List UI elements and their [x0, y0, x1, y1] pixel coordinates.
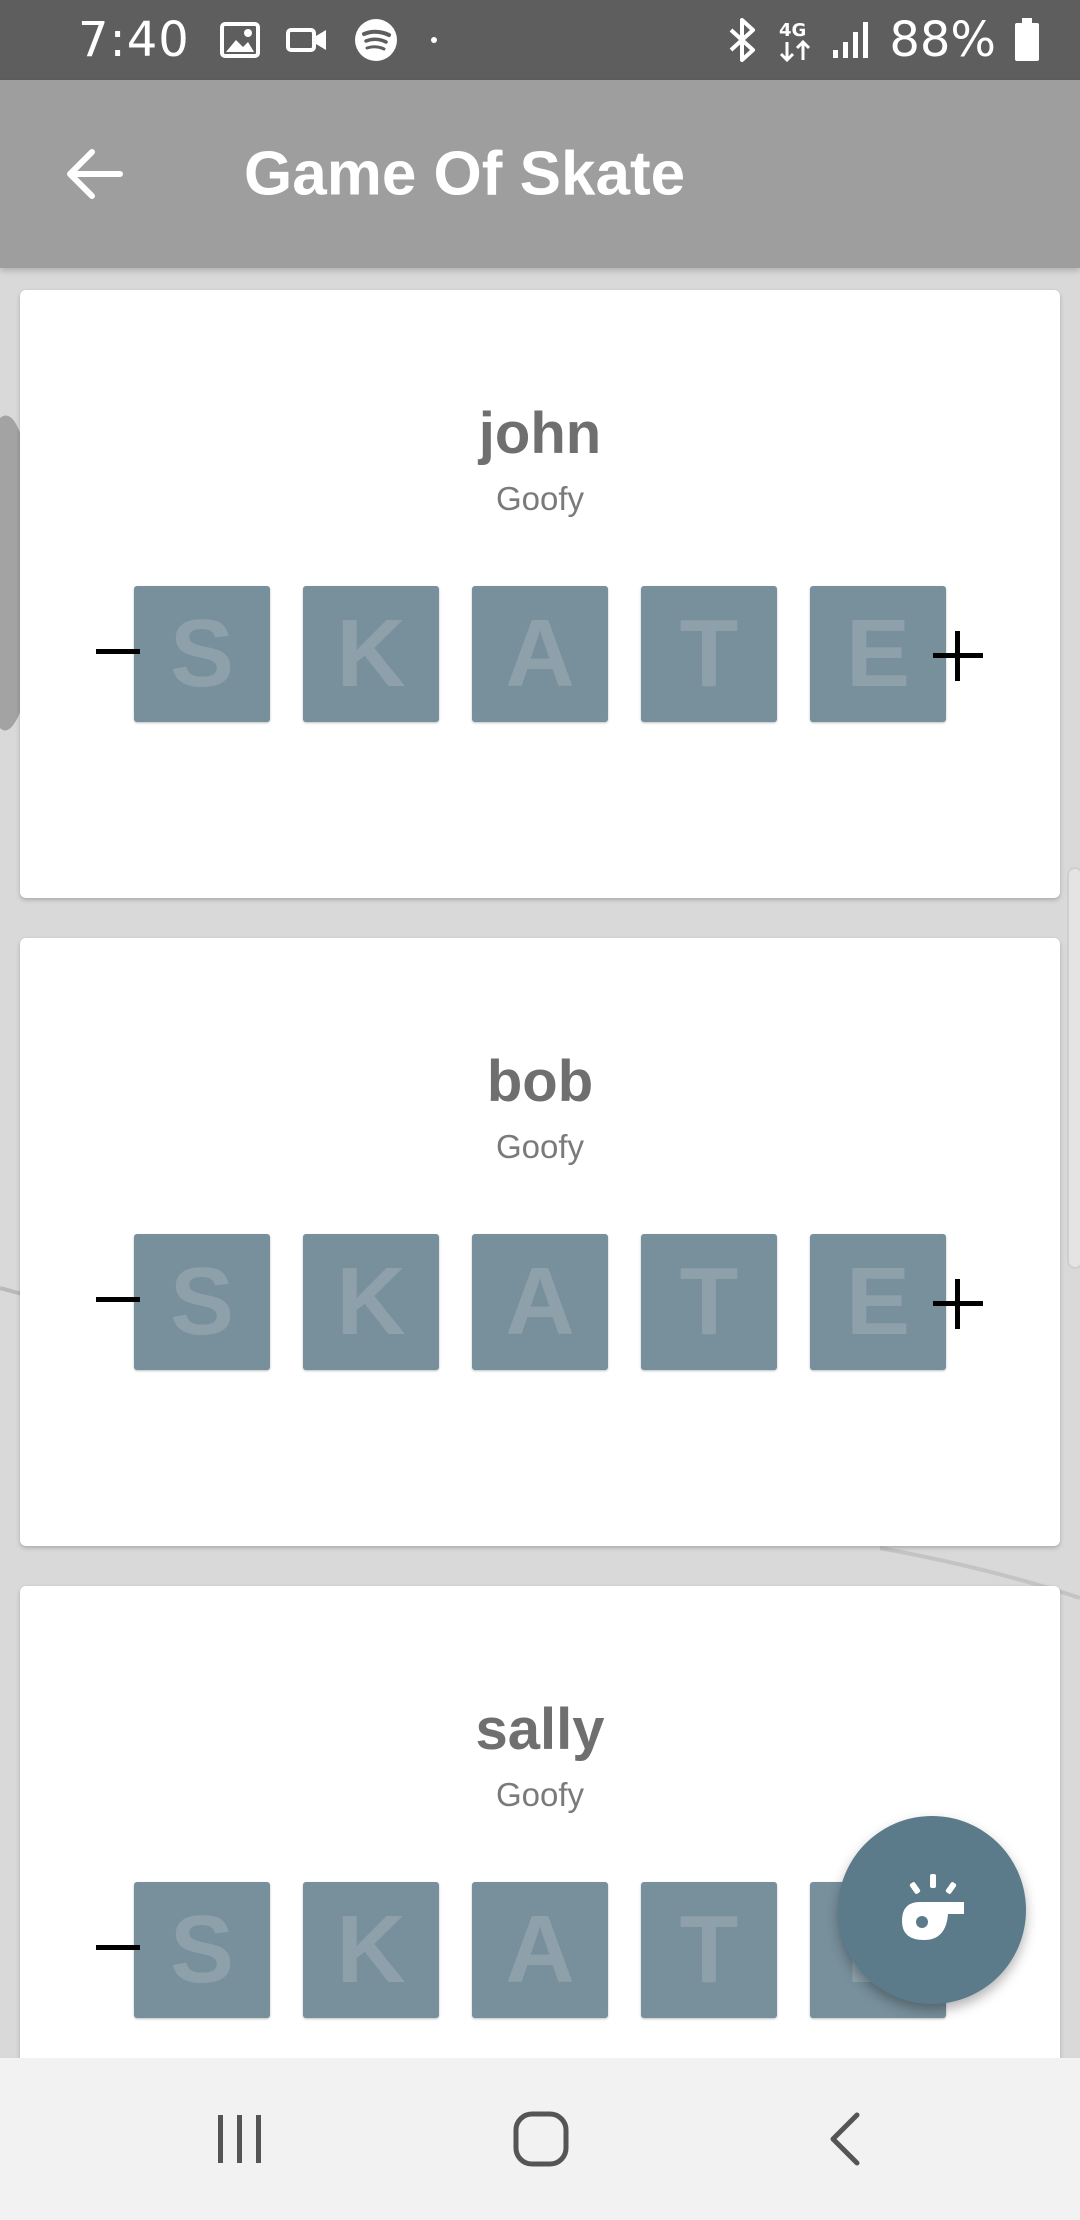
plus-button[interactable]	[932, 1278, 984, 1330]
letter-tile[interactable]: S	[134, 586, 270, 722]
battery-icon	[1015, 18, 1039, 61]
back-button[interactable]	[54, 134, 134, 214]
status-right: 4G 88%	[727, 12, 1040, 68]
dot-icon	[430, 37, 437, 43]
bluetooth-icon	[729, 18, 756, 62]
player-card: john Goofy S K A T E	[20, 290, 1060, 898]
back-nav-button[interactable]	[825, 2111, 865, 2167]
letter-tile[interactable]: S	[134, 1882, 270, 2018]
minus-button[interactable]	[96, 630, 140, 674]
back-nav-icon	[830, 2112, 860, 2166]
whistle-icon	[902, 1874, 964, 1940]
status-time: 7:40	[78, 12, 190, 68]
minus-icon	[96, 1297, 140, 1302]
app-bar: Game Of Skate	[0, 80, 1080, 268]
arrow-back-icon	[67, 149, 123, 199]
player-stance: Goofy	[495, 1128, 585, 1165]
spotify-icon	[354, 19, 397, 61]
letter-tile[interactable]: K	[303, 586, 439, 722]
player-name: john	[478, 401, 602, 466]
signal-icon	[833, 22, 869, 58]
whistle-fab-button[interactable]	[838, 1816, 1026, 2004]
letter-tile[interactable]: K	[303, 1882, 439, 2018]
letter-tile[interactable]: A	[472, 1882, 608, 2018]
player-stance: Goofy	[495, 1776, 585, 1813]
player-card: bob Goofy S K A T E	[20, 938, 1060, 1546]
svg-text:4G: 4G	[779, 20, 806, 41]
plus-icon	[933, 631, 983, 681]
skate-letters: S K A T E	[20, 586, 1060, 722]
minus-icon	[96, 649, 140, 654]
letter-tile[interactable]: S	[134, 1234, 270, 1370]
recent-apps-icon	[218, 2115, 261, 2163]
plus-icon	[933, 1279, 983, 1329]
image-icon	[219, 22, 260, 58]
player-name: bob	[486, 1049, 594, 1114]
letter-tile[interactable]: T	[641, 1882, 777, 2018]
skate-letters: S K A T E	[20, 1234, 1060, 1370]
letter-tile[interactable]: E	[810, 586, 946, 722]
status-bar: 7:40 4G 88%	[0, 0, 1080, 80]
letter-tile[interactable]: A	[472, 1234, 608, 1370]
battery-percent: 88%	[889, 12, 996, 68]
video-camera-icon	[285, 28, 326, 52]
minus-icon	[96, 1945, 140, 1950]
letter-tile[interactable]: T	[641, 586, 777, 722]
letter-tile[interactable]: K	[303, 1234, 439, 1370]
notification-icons	[219, 18, 444, 62]
player-stance: Goofy	[495, 480, 585, 517]
minus-button[interactable]	[96, 1926, 140, 1970]
letter-tile[interactable]: T	[641, 1234, 777, 1370]
letter-tile[interactable]: A	[472, 586, 608, 722]
home-button[interactable]	[512, 2110, 570, 2168]
player-name: sally	[475, 1697, 605, 1762]
system-nav-bar	[0, 2058, 1080, 2220]
page-title: Game Of Skate	[244, 139, 686, 209]
recent-apps-button[interactable]	[214, 2113, 266, 2165]
4g-icon: 4G	[779, 20, 811, 62]
letter-tile[interactable]: E	[810, 1234, 946, 1370]
minus-button[interactable]	[96, 1278, 140, 1322]
home-icon	[513, 2111, 569, 2167]
plus-button[interactable]	[932, 630, 984, 682]
